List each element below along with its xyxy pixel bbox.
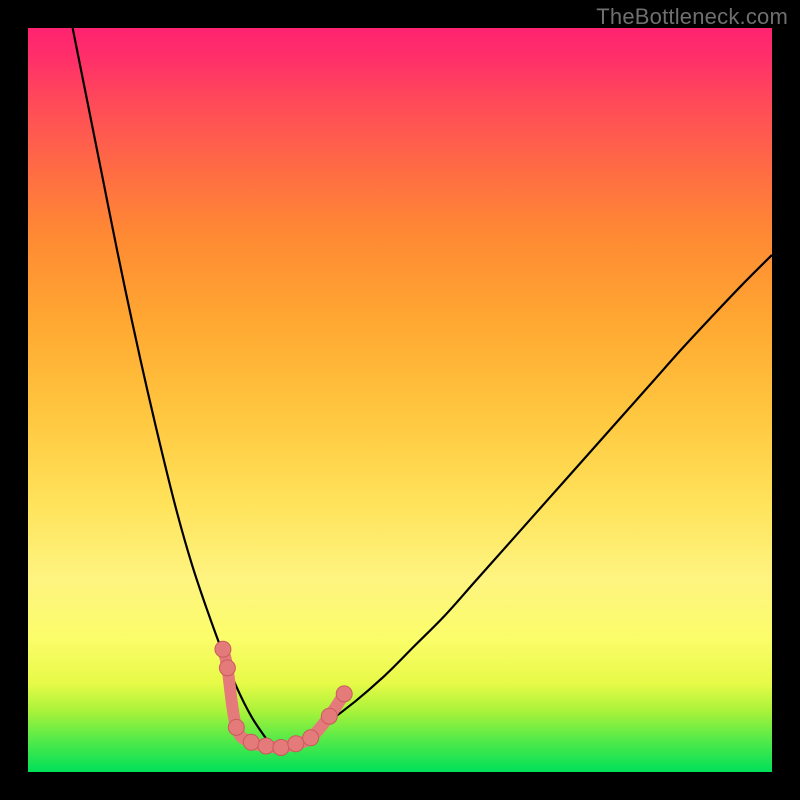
curve-right-branch xyxy=(274,255,772,748)
chart-frame: TheBottleneck.com xyxy=(0,0,800,800)
valley-marker xyxy=(215,641,231,657)
chart-plot-area xyxy=(28,28,772,772)
valley-marker xyxy=(303,730,319,746)
valley-marker xyxy=(219,660,235,676)
valley-marker xyxy=(336,686,352,702)
watermark-text: TheBottleneck.com xyxy=(596,4,788,30)
valley-marker xyxy=(228,719,244,735)
valley-marker xyxy=(288,736,304,752)
curve-left-branch xyxy=(73,28,274,748)
valley-marker xyxy=(321,708,337,724)
valley-marker xyxy=(258,738,274,754)
chart-svg xyxy=(28,28,772,772)
valley-marker xyxy=(273,739,289,755)
valley-marker xyxy=(243,734,259,750)
